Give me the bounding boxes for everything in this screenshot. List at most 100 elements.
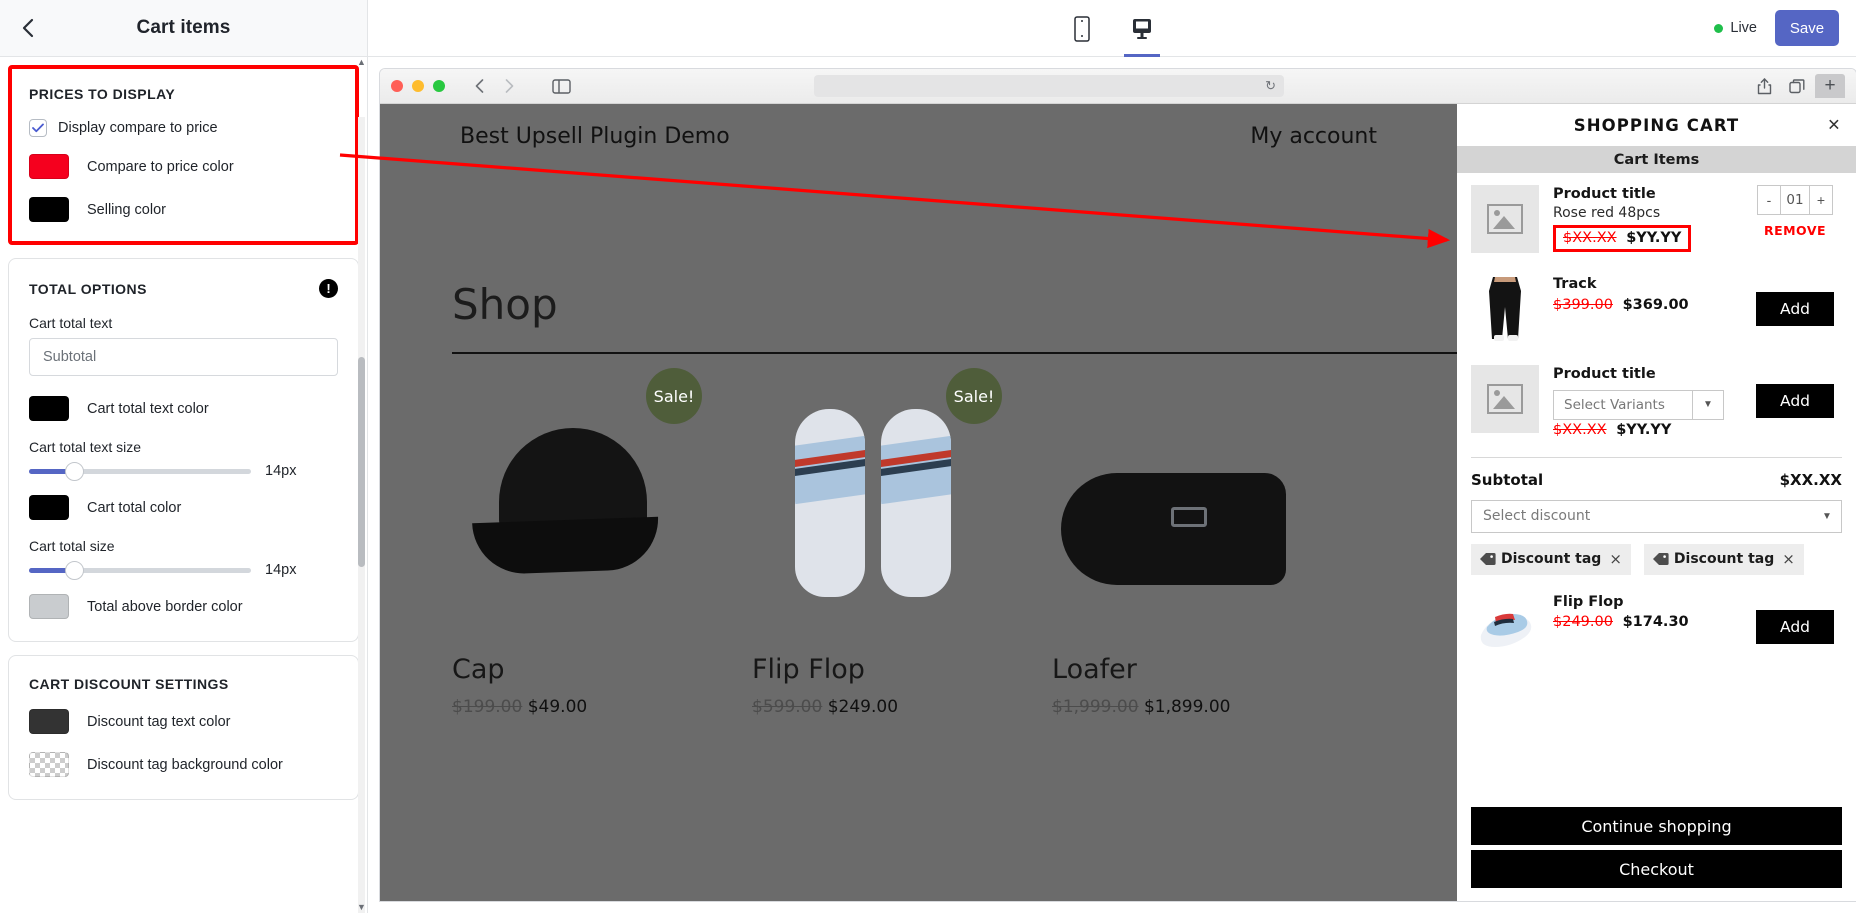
info-icon[interactable]: !	[319, 279, 338, 298]
cap-photo	[473, 428, 673, 578]
cart-total-color-label: Cart total color	[87, 500, 181, 516]
cart-item-details: Product title Select Variants ▼ $XX.XX $…	[1553, 365, 1734, 438]
share-button[interactable]	[1749, 74, 1779, 98]
browser-address-bar[interactable]: ↻	[814, 75, 1284, 97]
cart-item-compare-price: $XX.XX	[1553, 422, 1607, 438]
product-card[interactable]: Sale! Cap $199.00 $49.00	[452, 372, 694, 717]
upsell-compare-price: $249.00	[1553, 614, 1613, 630]
sidebar-scrollbar-thumb[interactable]	[358, 357, 365, 567]
upsell-item-thumbnail	[1471, 593, 1539, 661]
chevron-down-icon[interactable]: ▼	[1813, 511, 1841, 522]
product-image: Sale!	[452, 372, 694, 634]
add-upsell-button[interactable]: Add	[1756, 610, 1834, 644]
new-tab-button[interactable]: +	[1815, 74, 1845, 98]
product-card[interactable]: Sale! Flip Flop $599.00 $249.00	[752, 372, 994, 717]
cart-item-actions: - 01 + REMOVE	[1748, 185, 1842, 253]
tab-overview-button[interactable]	[1782, 74, 1812, 98]
placeholder-image-icon	[1487, 204, 1523, 234]
cart-item-thumbnail	[1471, 365, 1539, 433]
continue-shopping-button[interactable]: Continue shopping	[1471, 807, 1842, 845]
my-account-link[interactable]: My account	[1250, 124, 1377, 149]
reload-icon[interactable]: ↻	[1265, 78, 1276, 94]
remove-item-link[interactable]: REMOVE	[1764, 223, 1826, 238]
product-name: Loafer	[1052, 654, 1294, 685]
window-close-button[interactable]	[391, 80, 403, 92]
close-icon[interactable]: ×	[1828, 115, 1840, 136]
total-above-border-color-swatch[interactable]	[29, 594, 69, 619]
window-maximize-button[interactable]	[433, 80, 445, 92]
product-grid: Sale! Cap $199.00 $49.00	[452, 372, 1457, 717]
cart-total-size-slider[interactable]	[29, 568, 251, 573]
tag-icon	[1480, 552, 1496, 566]
window-minimize-button[interactable]	[412, 80, 424, 92]
quantity-value[interactable]: 01	[1780, 186, 1810, 214]
upsell-selling-price: $174.30	[1623, 614, 1689, 630]
topbar-right-group: Live Save	[1714, 10, 1839, 46]
subtotal-row: Subtotal $XX.XX	[1471, 458, 1842, 500]
product-card[interactable]: Loafer $1,999.00 $1,899.00	[1052, 372, 1294, 717]
product-new-price: $49.00	[528, 697, 587, 717]
discount-tag-text-color-swatch[interactable]	[29, 709, 69, 734]
cart-item-details: Track $399.00 $369.00	[1553, 275, 1734, 343]
slider-knob[interactable]	[65, 462, 84, 481]
browser-sidebar-toggle[interactable]	[545, 75, 577, 97]
chevron-down-icon[interactable]: ▼	[1692, 391, 1723, 419]
add-to-cart-button[interactable]: Add	[1756, 292, 1834, 326]
selling-color-swatch[interactable]	[29, 197, 69, 222]
cart-total-text-size-row: 14px	[29, 463, 338, 479]
live-status: Live	[1714, 20, 1757, 36]
live-status-dot	[1714, 24, 1723, 33]
browser-chrome-bar: ↻	[380, 69, 1856, 104]
browser-forward-button[interactable]	[495, 75, 523, 97]
remove-discount-tag-icon[interactable]: ×	[1609, 550, 1622, 568]
desktop-view-button[interactable]	[1124, 1, 1160, 57]
remove-discount-tag-icon[interactable]: ×	[1782, 550, 1795, 568]
discount-tag-chip: Discount tag ×	[1644, 544, 1804, 575]
cart-drawer-header: SHOPPING CART ×	[1457, 104, 1856, 146]
slider-knob[interactable]	[65, 561, 84, 580]
discount-select[interactable]: Select discount ▼	[1471, 500, 1842, 533]
quantity-decrease-button[interactable]: -	[1758, 186, 1780, 214]
cart-item-price: $XX.XX $YY.YY	[1553, 225, 1691, 252]
scroll-down-arrow[interactable]: ▼	[356, 902, 367, 913]
selling-color-label: Selling color	[87, 202, 166, 218]
shopping-cart-drawer: SHOPPING CART × Cart Items Product title	[1457, 104, 1856, 901]
shop-heading-rule	[452, 352, 1457, 354]
browser-preview-frame: ↻	[380, 69, 1856, 901]
tag-icon	[1653, 552, 1669, 566]
cart-total-text-input[interactable]	[29, 338, 338, 376]
cart-item-title: Product title	[1553, 365, 1734, 385]
live-status-label: Live	[1730, 20, 1757, 36]
quantity-increase-button[interactable]: +	[1810, 186, 1832, 214]
variant-select[interactable]: Select Variants ▼	[1553, 390, 1724, 420]
quantity-stepper[interactable]: - 01 +	[1757, 185, 1833, 215]
discount-tag-bg-color-swatch[interactable]	[29, 752, 69, 777]
section-title-prices: PRICES TO DISPLAY	[29, 86, 338, 102]
product-price: $199.00 $49.00	[452, 697, 694, 717]
total-options-header: TOTAL OPTIONS !	[29, 279, 338, 298]
save-button[interactable]: Save	[1775, 10, 1839, 46]
cart-item-price: $XX.XX $YY.YY	[1553, 422, 1734, 438]
product-price: $599.00 $249.00	[752, 697, 994, 717]
upsell-item-details: Flip Flop $249.00 $174.30	[1553, 593, 1734, 661]
compare-price-color-swatch[interactable]	[29, 154, 69, 179]
cart-item-row: Track $399.00 $369.00 Add	[1471, 263, 1842, 353]
back-button[interactable]	[14, 15, 40, 41]
discount-tag-bg-color-row: Discount tag background color	[29, 752, 338, 777]
display-compare-price-label: Display compare to price	[58, 120, 218, 136]
display-compare-price-row[interactable]: Display compare to price	[29, 119, 338, 137]
tab-overview-icon	[1789, 79, 1805, 94]
product-image: Sale!	[752, 372, 994, 634]
scroll-up-arrow[interactable]: ▲	[356, 57, 367, 68]
cart-total-text-color-swatch[interactable]	[29, 396, 69, 421]
cart-item-compare-price: $XX.XX	[1563, 230, 1617, 246]
cart-total-color-swatch[interactable]	[29, 495, 69, 520]
display-compare-price-checkbox[interactable]	[29, 119, 47, 137]
checkout-button[interactable]: Checkout	[1471, 850, 1842, 888]
add-to-cart-button[interactable]: Add	[1756, 384, 1834, 418]
cart-item-selling-price: $YY.YY	[1626, 230, 1681, 246]
browser-back-button[interactable]	[465, 75, 493, 97]
cart-total-text-size-slider[interactable]	[29, 469, 251, 474]
mobile-view-button[interactable]	[1064, 1, 1100, 57]
chevron-left-icon	[475, 79, 484, 93]
